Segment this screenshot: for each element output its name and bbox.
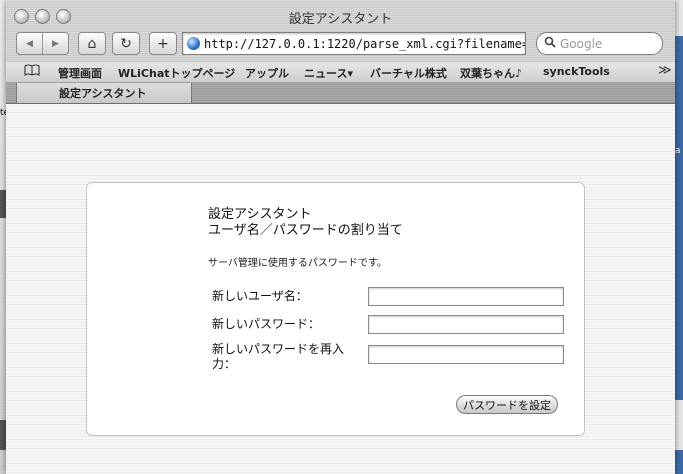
bookmarks-bar: 管理画面 WLiChatトップページ アップル ニュース▾ バーチャル株式 双葉… — [6, 62, 675, 83]
page-heading: 設定アシスタント ユーザ名／パスワードの割り当て — [208, 207, 403, 239]
bookmark-item[interactable]: 双葉ちゃん♪ — [460, 65, 522, 81]
back-arrow-icon: ◀ — [26, 38, 33, 49]
reload-button[interactable]: ↻ — [112, 32, 140, 55]
desktop-window-fragment — [675, 0, 683, 36]
bookmark-item[interactable]: WLiChatトップページ — [118, 65, 235, 81]
bookmark-item[interactable]: synckTools — [543, 65, 610, 78]
confirm-password-label-line: 新しいパスワードを再入 — [212, 342, 345, 356]
bookmark-item[interactable]: ニュース▾ — [304, 65, 353, 81]
forward-button[interactable]: ▶ — [42, 33, 68, 54]
title-bar[interactable]: 設定アシスタント ◀ ▶ ⌂ ↻ + http://127.0.0.1:1220… — [6, 0, 675, 63]
browser-window: 設定アシスタント ◀ ▶ ⌂ ↻ + http://127.0.0.1:1220… — [6, 0, 675, 474]
new-username-label: 新しいユーザ名： — [212, 289, 308, 303]
new-username-input[interactable] — [368, 287, 564, 306]
tab-bar: 設定アシスタント — [6, 83, 675, 104]
search-field[interactable] — [536, 32, 663, 55]
desktop-window-fragment — [675, 400, 683, 450]
window-title: 設定アシスタント — [288, 12, 393, 27]
bookmark-item[interactable]: バーチャル株式 — [370, 65, 447, 81]
new-password-input[interactable] — [368, 315, 564, 334]
confirm-password-input[interactable] — [368, 345, 564, 364]
url-text[interactable]: http://127.0.0.1:1220/parse_xml.cgi?file… — [204, 37, 525, 51]
reload-icon: ↻ — [120, 35, 132, 52]
tab-setup-assistant[interactable]: 設定アシスタント — [16, 83, 192, 103]
description-text: サーバ管理に使用するパスワードです。 — [208, 258, 387, 269]
back-button[interactable]: ◀ — [17, 33, 42, 54]
globe-icon — [187, 37, 200, 50]
page-title: 設定アシスタント — [208, 207, 312, 222]
search-input[interactable] — [560, 36, 648, 51]
new-password-label: 新しいパスワード： — [212, 317, 321, 331]
confirm-password-label: 新しいパスワードを再入 力： — [212, 342, 344, 372]
confirm-password-label-line: 力： — [212, 357, 237, 371]
home-icon: ⌂ — [87, 35, 97, 52]
back-forward-buttons: ◀ ▶ — [16, 32, 69, 55]
search-icon — [544, 36, 556, 51]
setup-panel: 設定アシスタント ユーザ名／パスワードの割り当て サーバ管理に使用するパスワード… — [86, 182, 585, 436]
bookmark-item[interactable]: アップル — [245, 65, 289, 81]
forward-arrow-icon: ▶ — [52, 38, 59, 49]
address-bar[interactable]: http://127.0.0.1:1220/parse_xml.cgi?file… — [182, 32, 526, 55]
desktop-text-fragment: a — [675, 146, 681, 156]
bookmark-item[interactable]: 管理画面 — [58, 65, 102, 81]
add-bookmark-button[interactable]: + — [149, 32, 177, 55]
home-button[interactable]: ⌂ — [78, 32, 106, 55]
plus-icon: + — [157, 35, 169, 52]
bookmarks-overflow-icon[interactable]: ≫ — [658, 63, 672, 78]
page-subtitle: ユーザ名／パスワードの割り当て — [208, 223, 403, 238]
page-content: 設定アシスタント ユーザ名／パスワードの割り当て サーバ管理に使用するパスワード… — [6, 104, 675, 474]
set-password-button[interactable]: パスワードを設定 — [456, 395, 558, 414]
book-icon[interactable] — [24, 64, 40, 79]
desktop-right-edge: a — [675, 0, 683, 474]
